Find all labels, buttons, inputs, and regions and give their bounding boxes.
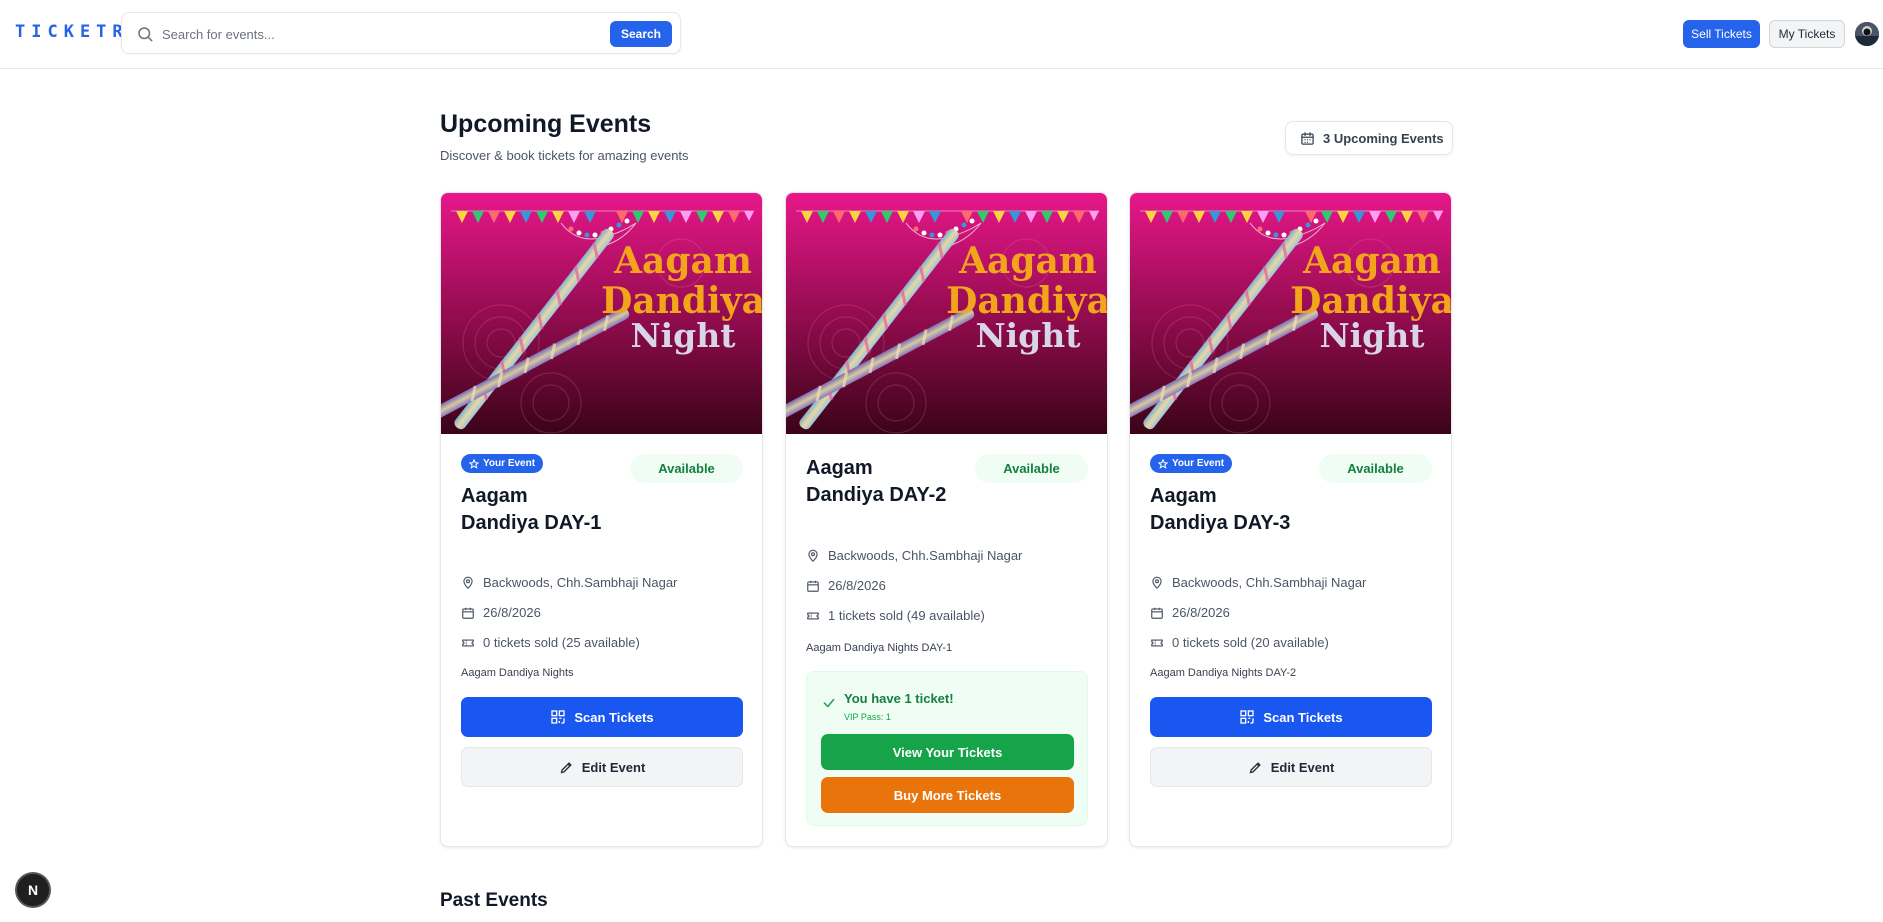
calendar-icon <box>807 580 819 592</box>
scan-tickets-button[interactable]: Scan Tickets <box>461 697 743 737</box>
event-title: Aagam Dandiya DAY-1 <box>461 485 602 534</box>
event-description: Aagam Dandiya Nights <box>461 667 574 679</box>
dev-tools-badge[interactable]: N <box>17 874 49 906</box>
event-location: Backwoods, Chh.Sambhaji Nagar <box>1150 575 1366 590</box>
status-badge: Available <box>630 454 743 483</box>
event-card-2[interactable]: Aagam Dandiya Night Available Aagam Dand… <box>785 192 1108 847</box>
qr-code-icon <box>1240 710 1255 724</box>
svg-text:Night: Night <box>630 316 736 355</box>
search-bar: Search <box>121 12 681 54</box>
search-button[interactable]: Search <box>610 21 672 47</box>
pencil-icon <box>1249 761 1261 773</box>
your-event-badge: Your Event <box>1150 454 1233 473</box>
past-events-heading: Past Events <box>440 890 548 911</box>
event-card-1[interactable]: Aagam Dandiya Night Your Event Available… <box>440 192 763 847</box>
ticket-icon <box>462 639 474 646</box>
tickets-text: 1 tickets sold (49 available) <box>828 608 985 623</box>
owned-ticket-title: You have 1 ticket! <box>844 691 954 706</box>
event-tickets: 0 tickets sold (20 available) <box>1150 635 1329 650</box>
sell-tickets-button[interactable]: Sell Tickets <box>1683 20 1760 48</box>
location-text: Backwoods, Chh.Sambhaji Nagar <box>828 548 1023 563</box>
event-description: Aagam Dandiya Nights DAY-1 <box>806 642 953 654</box>
ticket-icon <box>1151 639 1163 646</box>
location-text: Backwoods, Chh.Sambhaji Nagar <box>1172 575 1367 590</box>
upcoming-count-badge: 3 Upcoming Events <box>1285 121 1453 155</box>
event-card-3[interactable]: Aagam Dandiya Night Your Event Available… <box>1129 192 1452 847</box>
badge-label: Your Event <box>1172 458 1225 469</box>
event-location: Backwoods, Chh.Sambhaji Nagar <box>461 575 677 590</box>
ticket-icon <box>807 612 819 619</box>
check-icon <box>823 698 835 708</box>
event-tickets: 0 tickets sold (25 available) <box>461 635 640 650</box>
scan-tickets-button[interactable]: Scan Tickets <box>1150 697 1432 737</box>
event-date: 26/8/2026 <box>1150 605 1230 620</box>
your-event-badge: Your Event <box>461 454 544 473</box>
svg-text:Night: Night <box>975 316 1081 355</box>
event-poster-image: Aagam Dandiya Night <box>1130 193 1451 434</box>
calendar-icon <box>1151 607 1163 619</box>
svg-text:Night: Night <box>1319 316 1425 355</box>
user-avatar[interactable] <box>1855 22 1879 46</box>
status-badge: Available <box>975 454 1088 483</box>
edit-label: Edit Event <box>1270 759 1335 775</box>
event-date: 26/8/2026 <box>461 605 541 620</box>
map-pin-icon <box>808 549 818 562</box>
location-text: Backwoods, Chh.Sambhaji Nagar <box>483 575 678 590</box>
svg-text:Aagam: Aagam <box>1302 240 1441 282</box>
my-tickets-button[interactable]: My Tickets <box>1769 20 1845 48</box>
upcoming-count-label: 3 Upcoming Events <box>1323 130 1444 146</box>
date-text: 26/8/2026 <box>483 605 541 620</box>
logo[interactable]: TICKETR <box>15 22 129 42</box>
pencil-icon <box>560 761 572 773</box>
qr-code-icon <box>551 710 566 724</box>
calendar-icon <box>462 607 474 619</box>
owned-ticket-panel: You have 1 ticket! VIP Pass: 1 View Your… <box>806 671 1088 826</box>
star-icon <box>1158 458 1168 469</box>
scan-label: Scan Tickets <box>1263 709 1343 725</box>
edit-event-button[interactable]: Edit Event <box>461 747 743 787</box>
event-poster-image: Aagam Dandiya Night <box>441 193 762 434</box>
svg-text:Aagam: Aagam <box>613 240 752 282</box>
event-date: 26/8/2026 <box>806 578 886 593</box>
search-input[interactable] <box>162 20 582 48</box>
map-pin-icon <box>1152 576 1162 589</box>
calendar-icon <box>1301 131 1314 145</box>
view-tickets-button[interactable]: View Your Tickets <box>821 734 1074 770</box>
event-title: Aagam Dandiya DAY-2 <box>806 457 947 506</box>
date-text: 26/8/2026 <box>828 578 886 593</box>
badge-label: Your Event <box>483 458 536 469</box>
page-title: Upcoming Events <box>440 110 652 138</box>
event-description: Aagam Dandiya Nights DAY-2 <box>1150 667 1297 679</box>
event-location: Backwoods, Chh.Sambhaji Nagar <box>806 548 1022 563</box>
scan-label: Scan Tickets <box>574 709 654 725</box>
edit-event-button[interactable]: Edit Event <box>1150 747 1432 787</box>
edit-label: Edit Event <box>581 759 646 775</box>
date-text: 26/8/2026 <box>1172 605 1230 620</box>
search-icon <box>138 27 153 42</box>
event-poster-image: Aagam Dandiya Night <box>786 193 1107 434</box>
tickets-text: 0 tickets sold (25 available) <box>483 635 640 650</box>
svg-text:Aagam: Aagam <box>958 240 1097 282</box>
buy-more-tickets-button[interactable]: Buy More Tickets <box>821 777 1074 813</box>
event-tickets: 1 tickets sold (49 available) <box>806 608 985 623</box>
map-pin-icon <box>463 576 473 589</box>
status-badge: Available <box>1319 454 1432 483</box>
event-title: Aagam Dandiya DAY-3 <box>1150 485 1291 534</box>
tickets-text: 0 tickets sold (20 available) <box>1172 635 1329 650</box>
page-subtitle: Discover & book tickets for amazing even… <box>440 148 689 163</box>
top-header: TICKETR Search Sell Tickets My Tickets <box>0 0 1883 69</box>
owned-ticket-detail: VIP Pass: 1 <box>844 712 891 722</box>
star-icon <box>469 458 479 469</box>
